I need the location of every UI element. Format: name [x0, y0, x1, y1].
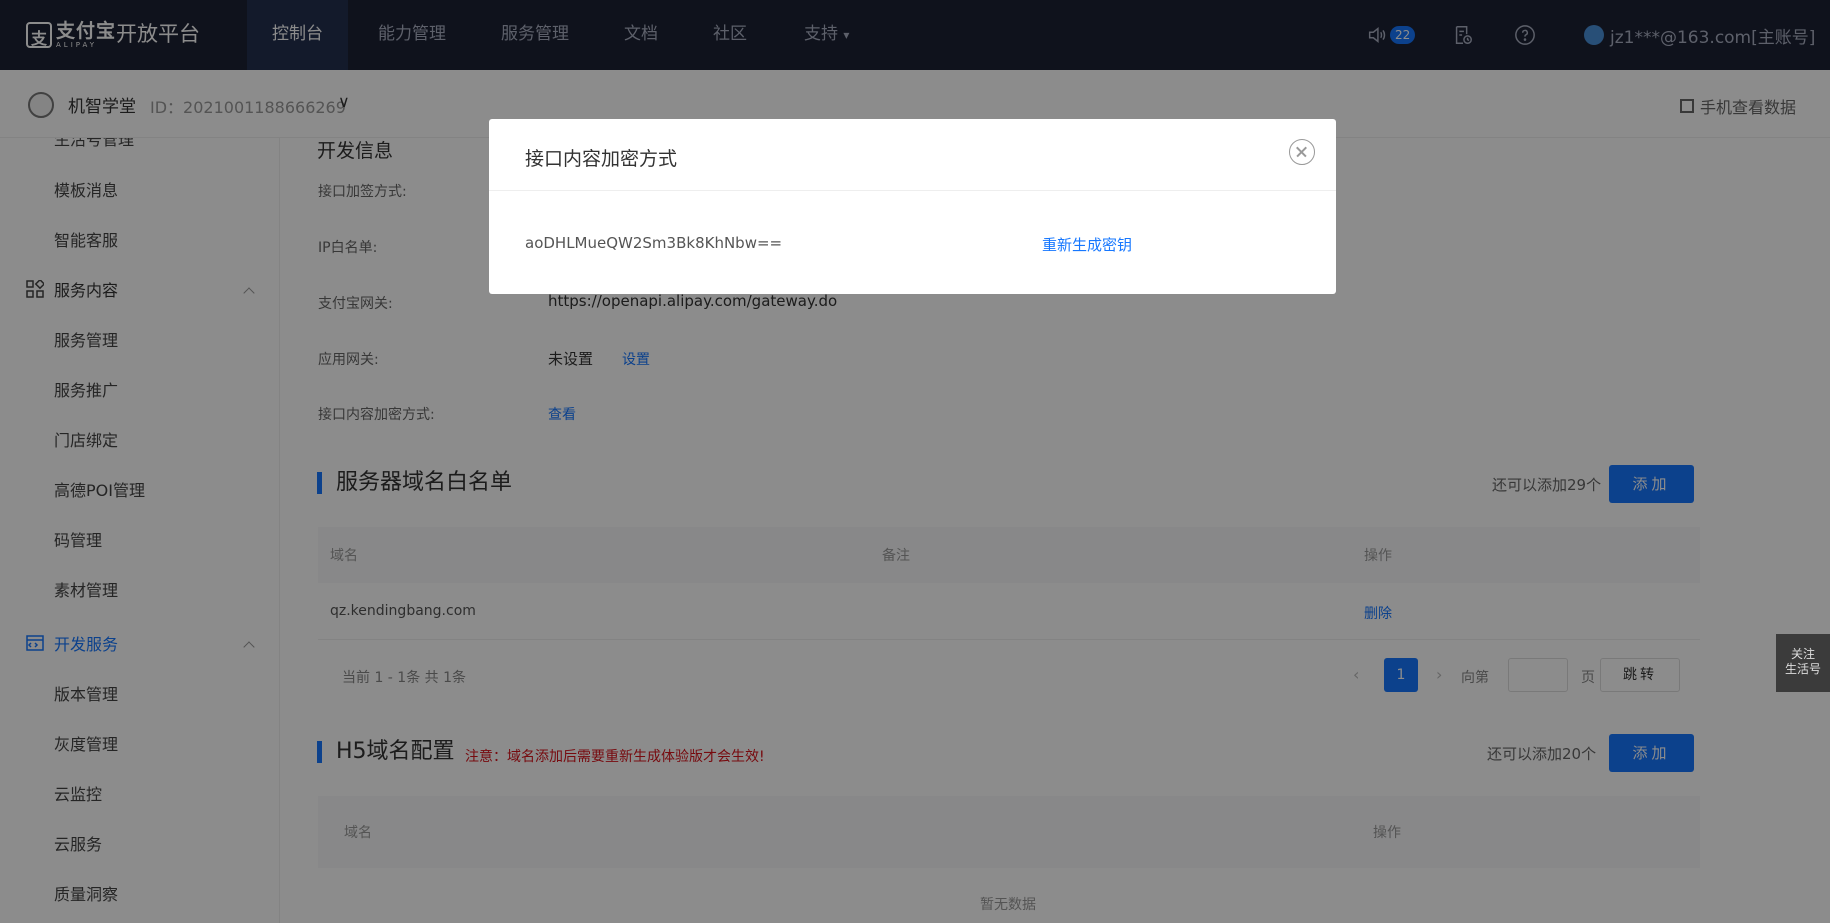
follow-lifestyle-tag[interactable]: 关注 生活号 [1776, 634, 1830, 692]
encryption-key-value: aoDHLMueQW2Sm3Bk8KhNbw== [525, 234, 783, 252]
close-icon[interactable] [1289, 139, 1315, 165]
follow-tag-line1: 关注 [1790, 647, 1815, 661]
modal-divider [489, 190, 1336, 191]
regenerate-key-link[interactable]: 重新生成密钥 [1042, 234, 1132, 255]
follow-tag-line2: 生活号 [1784, 662, 1821, 676]
modal-title: 接口内容加密方式 [525, 148, 678, 170]
encryption-modal: 接口内容加密方式 aoDHLMueQW2Sm3Bk8KhNbw== 重新生成密钥 [489, 119, 1336, 294]
